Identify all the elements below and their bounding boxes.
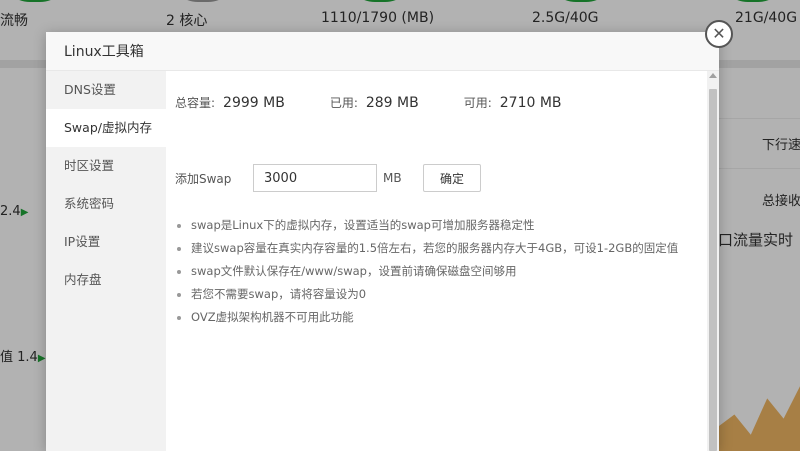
used-capacity: 已用: 289 MB: [330, 94, 419, 111]
sidebar-item-ip[interactable]: IP设置: [46, 223, 166, 261]
free-capacity-label: 可用:: [463, 96, 492, 110]
total-capacity-value: 2999 MB: [223, 95, 285, 111]
add-swap-row: 添加Swap MB 确定: [175, 164, 481, 192]
swap-unit-label: MB: [383, 171, 402, 185]
total-capacity-label: 总容量:: [175, 96, 216, 110]
sidebar-item-label: Swap/虚拟内存: [64, 120, 152, 135]
total-capacity: 总容量: 2999 MB: [175, 94, 285, 111]
sidebar-item-swap[interactable]: Swap/虚拟内存: [46, 109, 166, 147]
sidebar-item-ramdisk[interactable]: 内存盘: [46, 261, 166, 299]
dialog-sidebar: DNS设置 Swap/虚拟内存 时区设置 系统密码 IP设置 内存盘: [46, 71, 166, 451]
scroll-up-arrow-icon[interactable]: [709, 73, 717, 78]
swap-stats: 总容量: 2999 MB 已用: 289 MB 可用: 2710 MB: [175, 94, 607, 111]
list-item: 若您不需要swap，请将容量设为0: [191, 283, 711, 306]
list-item: swap文件默认保存在/www/swap，设置前请确保磁盘空间够用: [191, 260, 711, 283]
list-item: swap是Linux下的虚拟内存，设置适当的swap可增加服务器稳定性: [191, 214, 711, 237]
dialog-title: Linux工具箱: [64, 44, 144, 60]
free-capacity: 可用: 2710 MB: [464, 94, 562, 111]
sidebar-item-label: IP设置: [64, 234, 101, 249]
free-capacity-value: 2710 MB: [499, 95, 562, 111]
close-icon: ✕: [712, 24, 726, 43]
swap-tips-list: swap是Linux下的虚拟内存，设置适当的swap可增加服务器稳定性 建议sw…: [175, 214, 711, 329]
scrollbar-thumb[interactable]: [709, 89, 717, 451]
list-item: OVZ虚拟架构机器不可用此功能: [191, 306, 711, 329]
list-item: 建议swap容量在真实内存容量的1.5倍左右，若您的服务器内存大于4GB，可设1…: [191, 237, 711, 260]
sidebar-item-password[interactable]: 系统密码: [46, 185, 166, 223]
used-capacity-label: 已用:: [329, 96, 358, 110]
sidebar-item-label: 内存盘: [64, 272, 102, 287]
sidebar-item-timezone[interactable]: 时区设置: [46, 147, 166, 185]
sidebar-item-dns[interactable]: DNS设置: [46, 71, 166, 109]
sidebar-item-label: DNS设置: [64, 82, 116, 97]
confirm-button[interactable]: 确定: [423, 164, 481, 192]
swap-size-input[interactable]: [253, 164, 377, 192]
sidebar-item-label: 系统密码: [64, 196, 115, 211]
dialog-header: Linux工具箱: [46, 32, 719, 71]
add-swap-label: 添加Swap: [175, 171, 232, 186]
linux-toolbox-dialog: Linux工具箱 DNS设置 Swap/虚拟内存 时区设置 系统密码 IP设置 …: [46, 32, 719, 451]
vertical-scrollbar[interactable]: [707, 71, 719, 451]
close-button[interactable]: ✕: [705, 20, 733, 48]
sidebar-item-label: 时区设置: [64, 158, 115, 173]
swap-panel: 总容量: 2999 MB 已用: 289 MB 可用: 2710 MB 添加Sw…: [166, 71, 706, 451]
used-capacity-value: 289 MB: [365, 95, 419, 111]
